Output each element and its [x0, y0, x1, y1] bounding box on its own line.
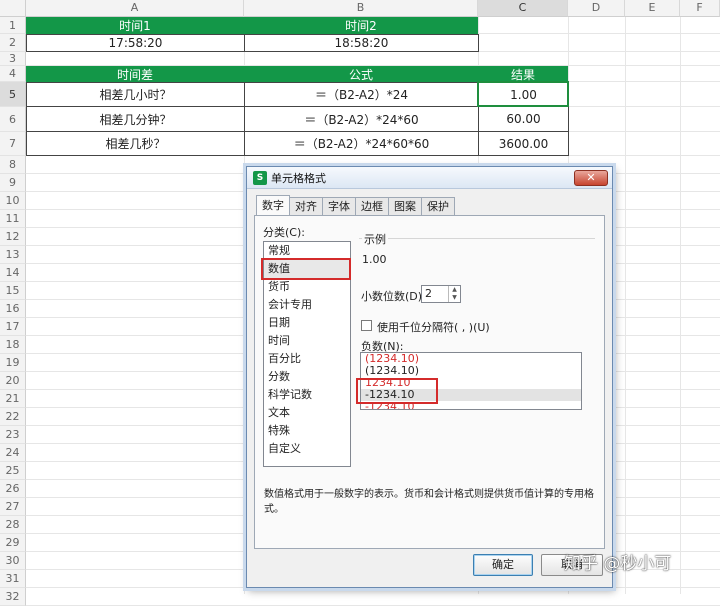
- row-header-13[interactable]: 13: [0, 246, 26, 264]
- close-button[interactable]: ✕: [574, 170, 608, 186]
- cell-c6[interactable]: 60.00: [478, 106, 569, 132]
- cell-b5[interactable]: ＝（B2-A2）*24: [244, 82, 479, 107]
- row-header-8[interactable]: 8: [0, 156, 26, 174]
- row-header-2[interactable]: 2: [0, 34, 26, 52]
- category-item-percentage[interactable]: 百分比: [264, 350, 350, 368]
- cell-a7[interactable]: 相差几秒？: [26, 131, 245, 156]
- sample-group: 示例 1.00: [359, 231, 595, 277]
- thousands-separator-label: 使用千位分隔符( , )(U): [377, 321, 490, 334]
- thousands-separator-checkbox[interactable]: [361, 320, 372, 331]
- active-cell-selection: [477, 81, 569, 107]
- row-header-9[interactable]: 9: [0, 174, 26, 192]
- row-header-22[interactable]: 22: [0, 408, 26, 426]
- select-all-corner[interactable]: [0, 0, 26, 17]
- category-highlight-box: [261, 258, 351, 280]
- category-item-currency[interactable]: 货币: [264, 278, 350, 296]
- row-header-24[interactable]: 24: [0, 444, 26, 462]
- row-header-20[interactable]: 20: [0, 372, 26, 390]
- row-header-16[interactable]: 16: [0, 300, 26, 318]
- cell-b2[interactable]: 18:58:20: [244, 34, 479, 52]
- cell-b6[interactable]: ＝（B2-A2）*24*60: [244, 106, 479, 132]
- cell-a6[interactable]: 相差几分钟？: [26, 106, 245, 132]
- tab-alignment[interactable]: 对齐: [289, 197, 323, 215]
- number-tab-panel: 分类(C): 常规 数值 货币 会计专用 日期 时间 百分比 分数 科学记数 文…: [254, 215, 605, 549]
- column-header-e[interactable]: E: [625, 0, 680, 17]
- cell-a5[interactable]: 相差几小时？: [26, 82, 245, 107]
- category-item-accounting[interactable]: 会计专用: [264, 296, 350, 314]
- close-icon: ✕: [586, 171, 596, 184]
- row-header-18[interactable]: 18: [0, 336, 26, 354]
- row-header-5[interactable]: 5: [0, 82, 26, 107]
- category-item-time[interactable]: 时间: [264, 332, 350, 350]
- row-header-11[interactable]: 11: [0, 210, 26, 228]
- row-header-3[interactable]: 3: [0, 52, 26, 66]
- row-header-19[interactable]: 19: [0, 354, 26, 372]
- column-header-f[interactable]: F: [680, 0, 720, 17]
- tab-protection[interactable]: 保护: [421, 197, 455, 215]
- column-header-c[interactable]: C: [478, 0, 568, 17]
- dialog-title: 单元格格式: [271, 171, 326, 185]
- row-header-30[interactable]: 30: [0, 552, 26, 570]
- row-header-28[interactable]: 28: [0, 516, 26, 534]
- row-header-10[interactable]: 10: [0, 192, 26, 210]
- cell-a4[interactable]: 时间差: [26, 66, 244, 82]
- cell-a2[interactable]: 17:58:20: [26, 34, 245, 52]
- cell-c7[interactable]: 3600.00: [478, 131, 569, 156]
- category-item-special[interactable]: 特殊: [264, 422, 350, 440]
- category-item-text[interactable]: 文本: [264, 404, 350, 422]
- row-header-14[interactable]: 14: [0, 264, 26, 282]
- row-header-21[interactable]: 21: [0, 390, 26, 408]
- tab-font[interactable]: 字体: [322, 197, 356, 215]
- wps-app-icon: S: [253, 170, 267, 185]
- row-header-23[interactable]: 23: [0, 426, 26, 444]
- column-header-a[interactable]: A: [26, 0, 244, 17]
- row-header-7[interactable]: 7: [0, 132, 26, 156]
- negative-highlight-box: [356, 378, 438, 404]
- decimal-places-stepper[interactable]: 2 ▲ ▼: [421, 285, 461, 303]
- tab-number[interactable]: 数字: [256, 195, 290, 215]
- row-header-25[interactable]: 25: [0, 462, 26, 480]
- column-header-d[interactable]: D: [568, 0, 625, 17]
- row-header-31[interactable]: 31: [0, 570, 26, 588]
- row-header-26[interactable]: 26: [0, 480, 26, 498]
- category-label: 分类(C):: [263, 226, 305, 239]
- format-description: 数值格式用于一般数字的表示。货币和会计格式则提供货币值计算的专用格式。: [264, 489, 594, 515]
- sample-label: 示例: [362, 231, 388, 247]
- ok-button[interactable]: 确定: [473, 554, 533, 576]
- row-header-17[interactable]: 17: [0, 318, 26, 336]
- dialog-titlebar[interactable]: S 单元格格式: [247, 167, 612, 189]
- row-header-32[interactable]: 32: [0, 588, 26, 606]
- category-item-scientific[interactable]: 科学记数: [264, 386, 350, 404]
- row-header-6[interactable]: 6: [0, 107, 26, 132]
- category-item-custom[interactable]: 自定义: [264, 440, 350, 458]
- decimal-places-value: 2: [425, 287, 432, 300]
- tab-border[interactable]: 边框: [355, 197, 389, 215]
- row-header-15[interactable]: 15: [0, 282, 26, 300]
- row-header-29[interactable]: 29: [0, 534, 26, 552]
- cell-c4[interactable]: 结果: [478, 66, 568, 82]
- row-header-27[interactable]: 27: [0, 498, 26, 516]
- dialog-tabs: 数字 对齐 字体 边框 图案 保护: [256, 195, 455, 215]
- row-header-4[interactable]: 4: [0, 66, 26, 82]
- format-cells-dialog: S 单元格格式 ✕ 数字 对齐 字体 边框 图案 保护 分类(C): 常规 数值…: [246, 166, 613, 588]
- decimal-places-label: 小数位数(D):: [361, 290, 426, 303]
- stepper-arrows-icon[interactable]: ▲ ▼: [448, 286, 460, 302]
- cell-a1[interactable]: 时间1: [26, 17, 244, 34]
- row-header-1[interactable]: 1: [0, 17, 26, 34]
- category-item-fraction[interactable]: 分数: [264, 368, 350, 386]
- sample-value: 1.00: [362, 253, 387, 266]
- column-header-b[interactable]: B: [244, 0, 478, 17]
- cell-b1[interactable]: 时间2: [244, 17, 478, 34]
- category-item-date[interactable]: 日期: [264, 314, 350, 332]
- zhihu-watermark: 知乎 @秒小可: [564, 554, 672, 574]
- tab-pattern[interactable]: 图案: [388, 197, 422, 215]
- row-header-12[interactable]: 12: [0, 228, 26, 246]
- cell-b4[interactable]: 公式: [244, 66, 478, 82]
- cell-b7[interactable]: ＝（B2-A2）*24*60*60: [244, 131, 479, 156]
